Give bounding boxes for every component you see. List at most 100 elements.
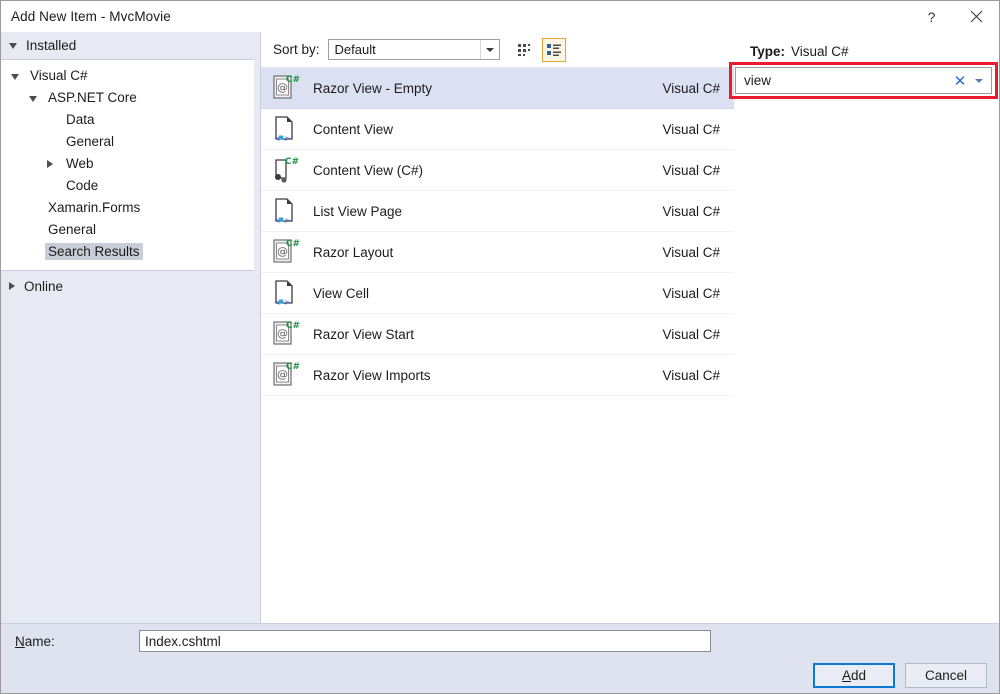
chevron-down-icon (480, 40, 499, 59)
template-item-name: List View Page (313, 204, 662, 219)
tree-item[interactable]: Web (1, 152, 254, 174)
search-area: view ✕ (735, 67, 992, 94)
tree-item[interactable]: General (1, 218, 254, 240)
svg-text:>: > (284, 298, 291, 307)
svg-text:C#: C# (286, 239, 300, 249)
question-mark-icon: ? (928, 9, 936, 25)
chevron-down-icon (11, 74, 19, 80)
add-button-label: Add (842, 668, 866, 683)
template-list-item[interactable]: @C#Razor View - EmptyVisual C# (261, 68, 734, 109)
template-list-item[interactable]: @C# Razor View ImportsVisual C# (261, 355, 734, 396)
chevron-right-icon (9, 282, 15, 290)
list-view-icon (546, 42, 562, 58)
template-item-name: View Cell (313, 286, 662, 301)
tree-item-label: Web (63, 155, 97, 172)
close-icon (970, 10, 983, 23)
tree-expander[interactable] (11, 68, 23, 83)
template-list-item[interactable]: <> Content ViewVisual C# (261, 109, 734, 150)
template-item-language: Visual C# (662, 245, 720, 260)
csharp-class-icon: C# (269, 154, 301, 186)
sort-by-label: Sort by: (273, 42, 320, 57)
tree-item-label: Code (63, 177, 101, 194)
template-list-item[interactable]: C#Content View (C#)Visual C# (261, 150, 734, 191)
svg-text:C#: C# (286, 75, 300, 85)
template-item-name: Razor View Start (313, 327, 662, 342)
template-item-language: Visual C# (662, 81, 720, 96)
installed-label: Installed (26, 38, 76, 53)
tree-item[interactable]: Xamarin.Forms (1, 196, 254, 218)
name-row: Name: Index.cshtml (1, 624, 999, 658)
tree-expander[interactable] (47, 156, 59, 171)
template-list-item[interactable]: @C#Razor View StartVisual C# (261, 314, 734, 355)
dialog-footer: Name: Index.cshtml Add Cancel (1, 623, 999, 693)
cancel-button-label: Cancel (925, 668, 967, 683)
add-button[interactable]: Add (813, 663, 895, 688)
title-bar: Add New Item - MvcMovie ? (1, 1, 999, 32)
svg-text:C#: C# (285, 157, 299, 167)
template-list-item[interactable]: <> View CellVisual C# (261, 273, 734, 314)
tile-view-button[interactable] (513, 38, 537, 62)
svg-text:>: > (284, 134, 291, 143)
razor-file-icon: @C# (269, 359, 301, 391)
template-item-language: Visual C# (662, 327, 720, 342)
tree-item[interactable]: General (1, 130, 254, 152)
clear-search-icon[interactable]: ✕ (949, 72, 971, 90)
dialog-body: Installed Visual C# ASP.NET Core Data Gener… (1, 32, 999, 623)
tree-item[interactable]: Code (1, 174, 254, 196)
template-item-name: Razor Layout (313, 245, 662, 260)
template-list-item[interactable]: <>List View PageVisual C# (261, 191, 734, 232)
search-box[interactable]: view ✕ (735, 67, 992, 94)
detail-type-row: Type:Visual C# (750, 44, 985, 59)
sort-by-value: Default (329, 42, 376, 57)
chevron-down-icon (29, 96, 37, 102)
dialog-title: Add New Item - MvcMovie (1, 9, 171, 24)
online-label: Online (24, 279, 63, 294)
svg-text:C#: C# (286, 321, 300, 331)
template-list-item[interactable]: @C# Razor LayoutVisual C# (261, 232, 734, 273)
search-input[interactable]: view (736, 73, 949, 88)
close-button[interactable] (954, 1, 999, 32)
razor-file-icon: @C# (269, 236, 301, 268)
tree-item[interactable]: Visual C# (1, 64, 254, 86)
online-group-header[interactable]: Online (1, 271, 260, 301)
template-list[interactable]: @C#Razor View - EmptyVisual C# <> Content … (261, 67, 734, 623)
help-button[interactable]: ? (909, 1, 954, 32)
add-new-item-dialog: Add New Item - MvcMovie ? Installed Visu… (0, 0, 1000, 694)
cancel-button[interactable]: Cancel (905, 663, 987, 688)
xaml-file-icon: <> (269, 113, 301, 145)
sort-by-dropdown[interactable]: Default (328, 39, 500, 60)
name-input[interactable]: Index.cshtml (139, 630, 711, 652)
chevron-down-icon (9, 43, 17, 49)
tree-item-label: General (45, 221, 99, 238)
template-item-name: Razor View Imports (313, 368, 662, 383)
view-mode-buttons (513, 38, 566, 62)
name-label: Name: (15, 634, 139, 649)
tree-item-label: Visual C# (27, 67, 91, 84)
category-tree: Visual C# ASP.NET Core Data General Web Code X… (1, 59, 254, 271)
chevron-right-icon (47, 160, 53, 168)
detail-type-value: Visual C# (791, 44, 849, 59)
template-item-language: Visual C# (662, 286, 720, 301)
search-history-chevron-down-icon[interactable] (971, 79, 991, 83)
svg-text:>: > (284, 216, 291, 225)
xaml-file-icon: <> (269, 195, 301, 227)
xaml-file-icon: <> (269, 277, 301, 309)
list-view-button[interactable] (542, 38, 566, 62)
title-bar-buttons: ? (909, 1, 999, 32)
tree-item-label: Search Results (45, 243, 143, 260)
template-item-name: Content View (C#) (313, 163, 662, 178)
footer-buttons: Add Cancel (813, 663, 987, 688)
categories-panel: Installed Visual C# ASP.NET Core Data Gener… (1, 32, 261, 623)
template-item-language: Visual C# (662, 122, 720, 137)
tree-item[interactable]: Search Results (1, 240, 254, 262)
template-item-language: Visual C# (662, 368, 720, 383)
templates-toolbar: Sort by: Default (261, 32, 734, 67)
tree-item-label: Data (63, 111, 98, 128)
razor-file-icon: @C# (269, 72, 301, 104)
tree-item[interactable]: Data (1, 108, 254, 130)
template-item-name: Content View (313, 122, 662, 137)
installed-group-header[interactable]: Installed (1, 32, 260, 59)
tree-item[interactable]: ASP.NET Core (1, 86, 254, 108)
tree-expander[interactable] (29, 90, 41, 105)
details-panel: Type:Visual C# Razor View Page (734, 32, 999, 623)
